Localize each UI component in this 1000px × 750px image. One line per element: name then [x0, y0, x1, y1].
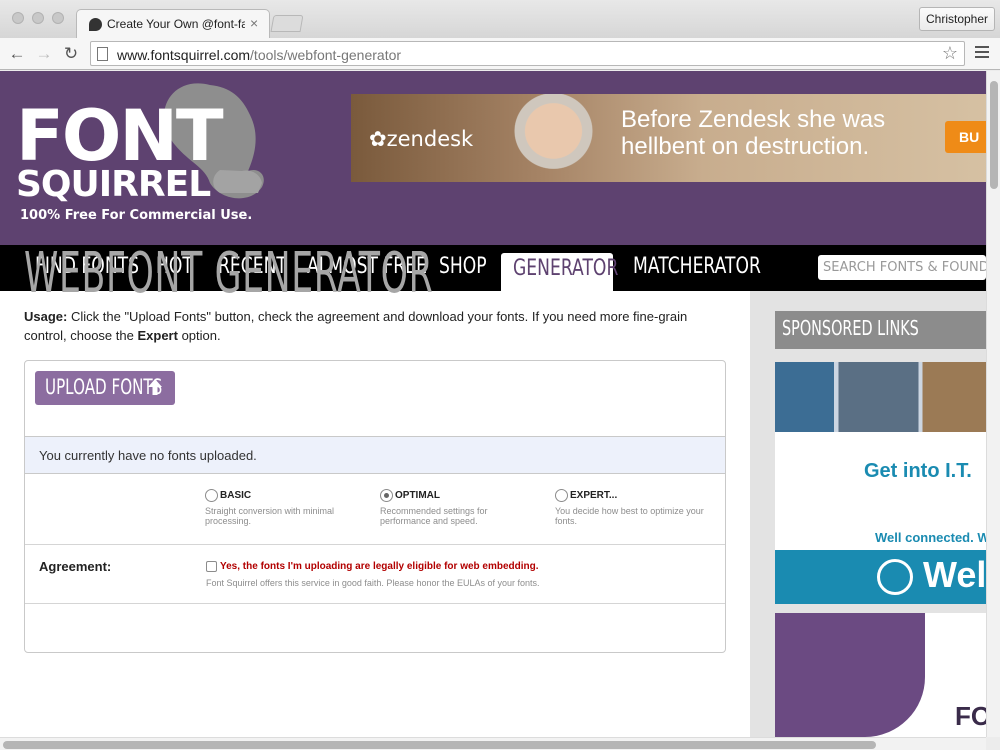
browser-titlebar: Create Your Own @font-face × Christopher: [0, 0, 1000, 38]
sidebar: SPONSORED LINKS Get into I.T. Well conne…: [750, 291, 986, 737]
close-window-button[interactable]: [12, 12, 24, 24]
horizontal-scroll-thumb[interactable]: [3, 741, 876, 749]
menu-icon[interactable]: [975, 46, 989, 61]
browser-toolbar: ← → ↻ www.fontsquirrel.com/tools/webfont…: [0, 38, 1000, 70]
page-title: WEBFONT GENERATOR: [24, 241, 434, 306]
ad-button[interactable]: BU: [945, 121, 986, 153]
agreement-label: Agreement:: [39, 559, 112, 574]
shirt-image: [775, 613, 925, 737]
agreement-note: Font Squirrel offers this service in goo…: [206, 578, 540, 588]
page-viewport: FONT SQUIRREL 100% Free For Commercial U…: [0, 71, 986, 737]
ad-photos: [775, 362, 986, 432]
upload-arrow-icon: [148, 379, 162, 395]
ad-brand: ✿zendesk: [369, 127, 474, 151]
agreement-checkbox[interactable]: [206, 561, 217, 572]
horizontal-scrollbar[interactable]: [0, 737, 986, 750]
address-bar[interactable]: www.fontsquirrel.com/tools/webfont-gener…: [90, 41, 965, 66]
page-icon: [97, 47, 108, 61]
optimal-radio[interactable]: [380, 489, 393, 502]
minimize-window-button[interactable]: [32, 12, 44, 24]
agreement-text[interactable]: Yes, the fonts I'm uploading are legally…: [220, 561, 539, 572]
nav-generator[interactable]: GENERATOR: [501, 253, 618, 291]
globe-icon: [877, 559, 913, 595]
upload-fonts-button[interactable]: UPLOAD FONTS: [35, 371, 175, 405]
site-header: FONT SQUIRREL 100% Free For Commercial U…: [0, 71, 986, 245]
basic-radio[interactable]: [205, 489, 218, 502]
bookmark-star-icon[interactable]: ☆: [942, 43, 958, 64]
search-input[interactable]: [818, 255, 986, 280]
sidebar-ad-shirt[interactable]: FO: [775, 613, 986, 737]
reload-icon[interactable]: ↻: [60, 43, 82, 65]
nav-matcherator[interactable]: MATCHERATOR: [633, 254, 761, 279]
url-text: www.fontsquirrel.com/tools/webfont-gener…: [117, 47, 402, 63]
divider: [25, 603, 725, 604]
ad-headline: Get into I.T.: [864, 460, 972, 482]
logo-font-text[interactable]: FONT: [16, 101, 224, 171]
tab-title: Create Your Own @font-face: [107, 17, 245, 31]
new-tab-button[interactable]: [270, 15, 304, 32]
forward-arrow-icon[interactable]: →: [33, 43, 55, 65]
browser-tab[interactable]: Create Your Own @font-face ×: [76, 9, 270, 38]
zoom-window-button[interactable]: [52, 12, 64, 24]
ad-headline: Before Zendesk she was hellbent on destr…: [621, 106, 886, 160]
ad-tagline: Well connected. W: [875, 530, 986, 545]
divider: [25, 544, 725, 545]
generator-panel: UPLOAD FONTS You currently have no fonts…: [24, 360, 726, 653]
logo-squirrel-text[interactable]: SQUIRREL: [16, 167, 211, 203]
vertical-scrollbar[interactable]: [986, 71, 1000, 737]
back-arrow-icon[interactable]: ←: [6, 43, 28, 65]
close-tab-icon[interactable]: ×: [250, 15, 258, 31]
expert-radio[interactable]: [555, 489, 568, 502]
usage-text: Usage: Click the "Upload Fonts" button, …: [24, 309, 688, 343]
upload-status: You currently have no fonts uploaded.: [25, 436, 725, 474]
nav-shop[interactable]: SHOP: [439, 254, 487, 279]
vertical-scroll-thumb[interactable]: [990, 81, 998, 189]
sidebar-ad-it[interactable]: Get into I.T. Well connected. W Wel: [775, 362, 986, 604]
favicon-icon: [89, 18, 102, 31]
ad-brand-bar: Wel: [775, 550, 986, 604]
tagline: 100% Free For Commercial Use.: [20, 208, 253, 223]
ad-photo: [501, 94, 606, 182]
banner-ad[interactable]: ✿zendesk Before Zendesk she was hellbent…: [351, 94, 986, 182]
sponsored-heading: SPONSORED LINKS: [775, 311, 986, 349]
profile-button[interactable]: Christopher: [919, 7, 995, 31]
